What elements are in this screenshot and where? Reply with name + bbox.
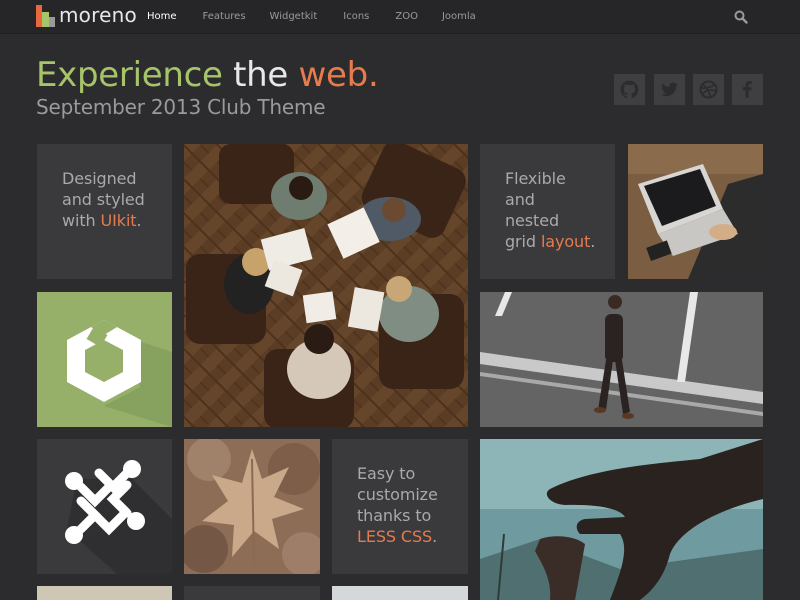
twitter-icon — [661, 82, 678, 97]
dribbble-icon — [699, 80, 718, 99]
main-menu: Home Features Widgetkit Icons ZOO Joomla — [137, 0, 486, 34]
tile-text-fragment: . — [590, 232, 596, 251]
search-icon[interactable] — [734, 10, 748, 24]
less-css-link[interactable]: LESS CSS — [357, 527, 432, 546]
tile-text-fragment: . — [136, 211, 142, 230]
tile-partial-2 — [184, 586, 320, 600]
twitter-button[interactable] — [654, 74, 685, 105]
joomla-logo-tile — [37, 439, 172, 574]
tile-text-line: and styled — [62, 190, 145, 209]
nav-item-joomla[interactable]: Joomla — [432, 0, 486, 34]
dribbble-button[interactable] — [693, 74, 724, 105]
feature-tile-layout: Flexible and nested grid layout. — [480, 144, 615, 279]
tile-text-fragment: grid — [505, 232, 541, 251]
feature-text-less: Easy to customize thanks to LESS CSS. — [357, 463, 438, 547]
layout-link[interactable]: layout — [541, 232, 590, 251]
tile-text-line: Flexible — [505, 169, 566, 188]
nav-item-features[interactable]: Features — [193, 0, 256, 34]
feature-text-uikit: Designed and styled with UIkit. — [62, 168, 145, 231]
photo-meeting-image — [184, 144, 468, 427]
tile-text-fragment: . — [432, 527, 438, 546]
navbar: moreno Home Features Widgetkit Icons ZOO… — [0, 0, 800, 34]
uikit-link[interactable]: UIkit — [101, 211, 137, 230]
tile-text-line: and — [505, 190, 535, 209]
tile-text-line: LESS CSS. — [357, 526, 438, 547]
photo-man-on-road — [480, 292, 763, 427]
uikit-logo-icon — [67, 320, 172, 427]
facebook-icon — [742, 81, 752, 98]
tile-text-line: grid layout. — [505, 231, 595, 252]
headline-word-3: web. — [298, 55, 379, 95]
tile-text-fragment: with — [62, 211, 101, 230]
photo-autumn-leaf — [184, 439, 320, 574]
tile-partial-1 — [37, 586, 172, 600]
photo-leaf-image — [184, 439, 320, 574]
page: moreno Home Features Widgetkit Icons ZOO… — [0, 0, 800, 600]
nav-item-home[interactable]: Home — [137, 0, 187, 34]
headline-word-1: Experience — [36, 55, 223, 95]
uikit-logo-tile — [37, 292, 172, 427]
page-headline: Experience the web. — [36, 55, 379, 95]
github-button[interactable] — [614, 74, 645, 105]
logo-text: moreno — [59, 3, 137, 27]
joomla-logo-icon — [65, 460, 172, 574]
tile-text-line: thanks to — [357, 506, 432, 525]
facebook-button[interactable] — [732, 74, 763, 105]
tile-text-line: customize — [357, 485, 438, 504]
photo-meeting-overhead — [184, 144, 468, 427]
photo-hands-image — [480, 439, 763, 600]
nav-item-zoo[interactable]: ZOO — [385, 0, 428, 34]
tile-text-line: Designed — [62, 169, 137, 188]
photo-road-image — [480, 292, 763, 427]
github-icon — [620, 80, 639, 99]
nav-item-widgetkit[interactable]: Widgetkit — [260, 0, 328, 34]
feature-tile-less: Easy to customize thanks to LESS CSS. — [332, 439, 468, 574]
nav-item-icons[interactable]: Icons — [333, 0, 379, 34]
tile-text-line: with UIkit. — [62, 210, 145, 231]
tile-partial-3 — [332, 586, 468, 600]
tile-text-line: Easy to — [357, 464, 416, 483]
photo-laptop-image — [628, 144, 763, 279]
headline-word-2: the — [233, 55, 289, 95]
logo-mark-icon — [36, 5, 55, 27]
tile-text-line: nested — [505, 211, 559, 230]
photo-laptop — [628, 144, 763, 279]
page-subtitle: September 2013 Club Theme — [36, 95, 326, 119]
feature-tile-uikit: Designed and styled with UIkit. — [37, 144, 172, 279]
feature-text-layout: Flexible and nested grid layout. — [505, 168, 595, 252]
photo-hands-frame — [480, 439, 763, 600]
